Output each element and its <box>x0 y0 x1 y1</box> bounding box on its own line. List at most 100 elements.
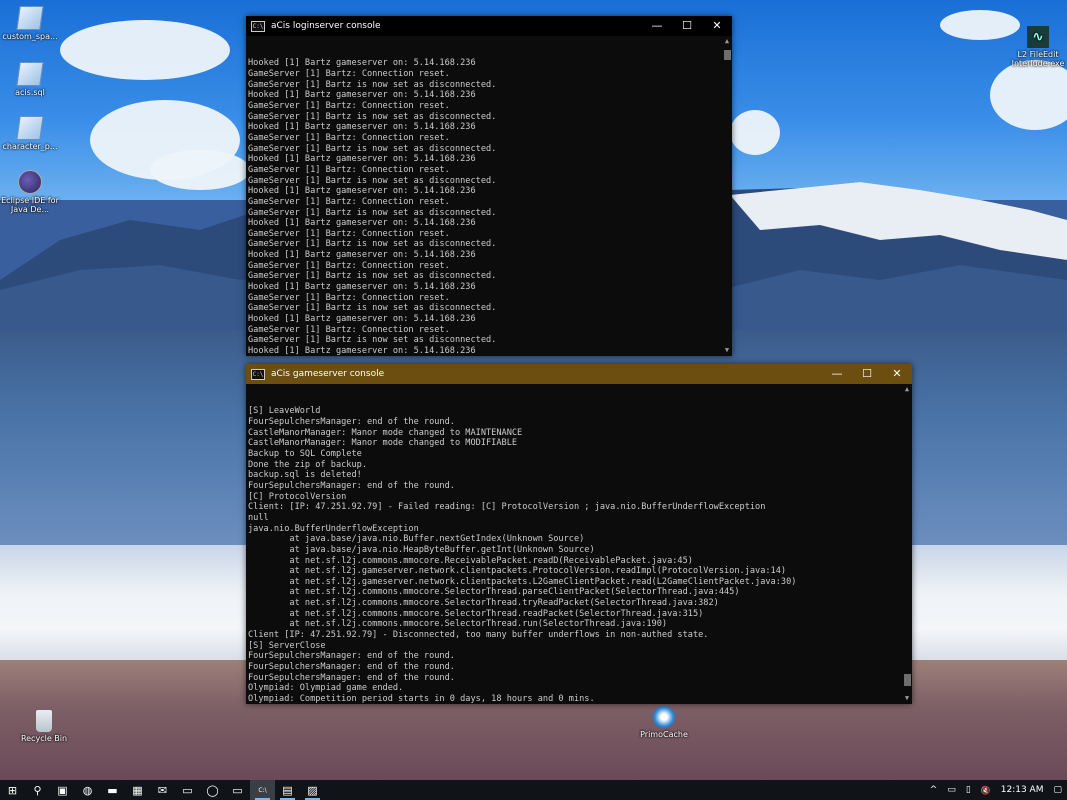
console-line: [S] LeaveWorld <box>248 406 321 417</box>
store-icon: ▦ <box>132 783 143 797</box>
edge-button[interactable]: ◍ <box>75 780 100 800</box>
store-button[interactable]: ▦ <box>125 780 150 800</box>
console-line: GameServer [1] Bartz is now set as disco… <box>248 207 497 218</box>
console-line: Olympiad: Olympiad game ended. <box>248 683 404 694</box>
scroll-down-arrow-icon[interactable]: ▼ <box>902 693 912 704</box>
scroll-up-arrow-icon[interactable]: ▲ <box>902 384 912 395</box>
console-line: Hooked [1] Bartz gameserver on: 5.14.168… <box>248 218 476 229</box>
desktop-icon-recycle-bin[interactable]: Recycle Bin <box>14 710 74 743</box>
vertical-scrollbar[interactable]: ▲ ▼ <box>902 384 912 704</box>
console-line: GameServer [1] Bartz: Connection reset. <box>248 164 450 175</box>
primocache-icon <box>653 706 675 728</box>
console-line: [C] ProtocolVersion <box>248 491 347 502</box>
scrollbar-thumb[interactable] <box>724 50 731 60</box>
console-line: FourSepulchersManager: end of the round. <box>248 672 455 683</box>
minimize-button[interactable]: — <box>642 16 672 36</box>
console-line: Hooked [1] Bartz gameserver on: 5.14.168… <box>248 314 476 325</box>
console-line: at net.sf.l2j.commons.mmocore.SelectorTh… <box>248 587 740 598</box>
window-titlebar[interactable]: C:\ aCis gameserver console — ☐ ✕ <box>246 364 912 384</box>
console-line: GameServer [1] Bartz: Connection reset. <box>248 100 450 111</box>
taskbar-items: ⊞ ⚲ ▣ ◍ ▬ ▦ ✉ ▭ ◯ ▭ C:\ ▤ ▨ <box>0 780 325 800</box>
console-line: GameServer [1] Bartz is now set as disco… <box>248 239 497 250</box>
console-line: GameServer [1] Bartz is now set as disco… <box>248 79 497 90</box>
opera-button[interactable]: ◯ <box>200 780 225 800</box>
close-button[interactable]: ✕ <box>882 364 912 384</box>
terminal-app-button[interactable]: ▭ <box>225 780 250 800</box>
file-explorer-button[interactable]: ▬ <box>100 780 125 800</box>
show-hidden-icons-chevron-icon[interactable]: ^ <box>930 785 938 795</box>
maximize-button[interactable]: ☐ <box>852 364 882 384</box>
mail-button[interactable]: ✉ <box>150 780 175 800</box>
console-line: GameServer [1] Bartz is now set as disco… <box>248 175 497 186</box>
task-view-button[interactable]: ▣ <box>50 780 75 800</box>
volume-muted-icon[interactable]: 🔇 <box>981 786 991 795</box>
console-line: GameServer [1] Bartz is now set as disco… <box>248 335 497 346</box>
desktop-icon-acis-sql[interactable]: acis.sql <box>0 62 60 97</box>
desktop-icon-label: acis.sql <box>15 88 45 97</box>
task-view-icon: ▣ <box>57 783 68 797</box>
scrollbar-thumb[interactable] <box>904 674 911 686</box>
document-icon <box>16 62 44 86</box>
monitor-button[interactable]: ▭ <box>175 780 200 800</box>
console-line: Hooked [1] Bartz gameserver on: 5.14.168… <box>248 122 476 133</box>
console-line: Hooked [1] Bartz gameserver on: 5.14.168… <box>248 58 476 69</box>
desktop-icon-label: character_p... <box>2 142 58 151</box>
console-line: java.nio.BufferUnderflowException <box>248 523 419 534</box>
console-button[interactable]: C:\ <box>250 780 275 800</box>
opera-icon: ◯ <box>206 783 219 797</box>
start-button[interactable]: ⊞ <box>0 780 25 800</box>
network-icon[interactable]: ▭ <box>947 785 956 795</box>
desktop-icon-primocache[interactable]: PrimoCache <box>634 706 694 739</box>
console-line: at java.base/java.nio.Buffer.nextGetInde… <box>248 534 585 545</box>
window-title: aCis gameserver console <box>271 369 385 379</box>
loginserver-console-window[interactable]: C:\ aCis loginserver console — ☐ ✕ Hooke… <box>246 16 732 356</box>
system-tray: ^ ▭ ▯ 🔇 12:13 AM ▢ <box>925 780 1067 800</box>
console-icon: C:\ <box>251 20 265 32</box>
taskbar-clock[interactable]: 12:13 AM <box>1001 785 1044 795</box>
scroll-down-arrow-icon[interactable]: ▼ <box>722 345 732 356</box>
desktop-icon-l2-fileedit[interactable]: ∿ L2 FileEdit Interlude.exe <box>1008 26 1067 68</box>
image-icon: ▨ <box>307 783 318 797</box>
console-line: CastleManorManager: Manor mode changed t… <box>248 438 518 449</box>
desktop-icon-eclipse[interactable]: Eclipse IDE for Java De... <box>0 170 60 214</box>
vertical-scrollbar[interactable]: ▲ ▼ <box>722 36 732 356</box>
notepad-button[interactable]: ▤ <box>275 780 300 800</box>
taskbar: ⊞ ⚲ ▣ ◍ ▬ ▦ ✉ ▭ ◯ ▭ C:\ ▤ ▨ ^ ▭ ▯ 🔇 12:13 AM ▢ <box>0 780 1067 800</box>
window-titlebar[interactable]: C:\ aCis loginserver console — ☐ ✕ <box>246 16 732 36</box>
notepad-icon: ▤ <box>282 783 293 797</box>
console-line: at net.sf.l2j.commons.mmocore.Receivable… <box>248 555 693 566</box>
console-line: backup.sql is deleted! <box>248 470 362 481</box>
wallpaper-cloud <box>730 110 780 155</box>
console-line: Hooked [1] Bartz gameserver on: 5.14.168… <box>248 154 476 165</box>
windows-logo-icon: ⊞ <box>7 783 18 797</box>
console-line: FourSepulchersManager: end of the round. <box>248 416 455 427</box>
gameserver-console-window[interactable]: C:\ aCis gameserver console — ☐ ✕ [S] Le… <box>246 364 912 704</box>
close-button[interactable]: ✕ <box>702 16 732 36</box>
document-icon <box>16 116 44 140</box>
console-line: [S] ServerClose <box>248 640 326 651</box>
wallpaper-cloud <box>60 20 230 80</box>
console-line: null <box>248 512 269 523</box>
scroll-up-arrow-icon[interactable]: ▲ <box>722 36 732 47</box>
console-icon: C:\ <box>258 786 267 794</box>
image-viewer-button[interactable]: ▨ <box>300 780 325 800</box>
search-button[interactable]: ⚲ <box>25 780 50 800</box>
desktop-icon-custom-spawn[interactable]: custom_spa... <box>0 6 60 41</box>
console-line: GameServer [1] Bartz: Connection reset. <box>248 260 450 271</box>
console-line: Hooked [1] Bartz gameserver on: 5.14.168… <box>248 250 476 261</box>
console-line: FourSepulchersManager: end of the round. <box>248 651 455 662</box>
console-output[interactable]: Hooked [1] Bartz gameserver on: 5.14.168… <box>246 36 732 356</box>
console-line: Client: [IP: 47.251.92.79] - Failed read… <box>248 502 766 513</box>
battery-icon[interactable]: ▯ <box>966 785 971 795</box>
maximize-button[interactable]: ☐ <box>672 16 702 36</box>
notifications-icon[interactable]: ▢ <box>1053 785 1062 795</box>
minimize-button[interactable]: — <box>822 364 852 384</box>
desktop-icon-character[interactable]: character_p... <box>0 116 60 151</box>
console-line: at java.base/java.nio.HeapByteBuffer.get… <box>248 544 595 555</box>
recycle-bin-icon <box>36 710 52 732</box>
eclipse-icon <box>18 170 42 194</box>
document-icon <box>16 6 44 30</box>
console-line: Client [IP: 47.251.92.79] - Disconnected… <box>248 630 709 641</box>
search-icon: ⚲ <box>33 783 42 797</box>
console-output[interactable]: [S] LeaveWorld FourSepulchersManager: end… <box>246 384 912 704</box>
